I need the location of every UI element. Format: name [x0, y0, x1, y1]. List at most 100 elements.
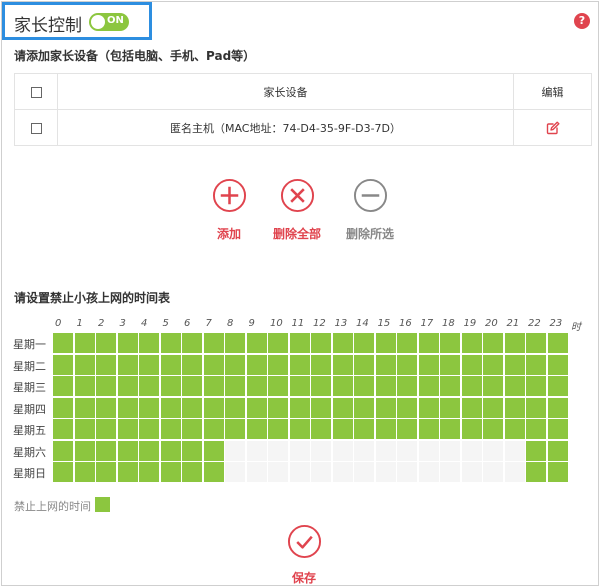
schedule-cell[interactable] — [440, 376, 460, 396]
schedule-cell[interactable] — [96, 419, 116, 439]
schedule-cell[interactable] — [117, 333, 138, 353]
schedule-cell[interactable] — [332, 376, 353, 396]
question-mark-icon[interactable]: ? — [574, 13, 590, 29]
schedule-cell[interactable] — [504, 419, 525, 439]
schedule-cell[interactable] — [418, 354, 439, 375]
schedule-cell[interactable] — [332, 462, 353, 482]
schedule-cell[interactable] — [483, 419, 503, 439]
schedule-cell[interactable] — [440, 440, 460, 461]
schedule-cell[interactable] — [96, 462, 116, 482]
schedule-cell[interactable] — [440, 419, 460, 439]
schedule-cell[interactable] — [160, 354, 181, 375]
schedule-cell[interactable] — [139, 376, 159, 396]
save-button[interactable]: 保存 — [264, 524, 344, 586]
schedule-cell[interactable] — [526, 419, 546, 439]
schedule-cell[interactable] — [354, 440, 374, 461]
schedule-cell[interactable] — [246, 333, 267, 353]
schedule-cell[interactable] — [354, 354, 374, 375]
schedule-cell[interactable] — [225, 376, 245, 396]
schedule-cell[interactable] — [547, 397, 568, 418]
schedule-cell[interactable] — [418, 419, 439, 439]
schedule-cell[interactable] — [311, 440, 331, 461]
schedule-cell[interactable] — [332, 419, 353, 439]
schedule-cell[interactable] — [289, 462, 310, 482]
schedule-cell[interactable] — [203, 462, 224, 482]
schedule-cell[interactable] — [504, 440, 525, 461]
schedule-cell[interactable] — [96, 397, 116, 418]
edit-pen-icon[interactable] — [546, 121, 560, 135]
schedule-cell[interactable] — [139, 354, 159, 375]
schedule-cell[interactable] — [418, 333, 439, 353]
schedule-cell[interactable] — [203, 333, 224, 353]
schedule-cell[interactable] — [547, 376, 568, 396]
schedule-cell[interactable] — [311, 462, 331, 482]
schedule-cell[interactable] — [504, 354, 525, 375]
schedule-cell[interactable] — [547, 333, 568, 353]
schedule-cell[interactable] — [547, 419, 568, 439]
schedule-cell[interactable] — [354, 462, 374, 482]
schedule-cell[interactable] — [461, 376, 482, 396]
schedule-cell[interactable] — [504, 462, 525, 482]
schedule-cell[interactable] — [461, 440, 482, 461]
delete-all-button[interactable]: 删除全部 — [257, 178, 337, 242]
schedule-cell[interactable] — [311, 376, 331, 396]
schedule-cell[interactable] — [246, 376, 267, 396]
schedule-cell[interactable] — [225, 440, 245, 461]
parental-control-toggle[interactable]: ON — [89, 13, 129, 31]
schedule-cell[interactable] — [504, 397, 525, 418]
schedule-cell[interactable] — [139, 462, 159, 482]
schedule-cell[interactable] — [96, 333, 116, 353]
schedule-cell[interactable] — [225, 354, 245, 375]
schedule-cell[interactable] — [53, 354, 73, 375]
schedule-cell[interactable] — [440, 333, 460, 353]
schedule-cell[interactable] — [117, 376, 138, 396]
schedule-cell[interactable] — [354, 376, 374, 396]
schedule-cell[interactable] — [547, 354, 568, 375]
schedule-cell[interactable] — [547, 462, 568, 482]
schedule-cell[interactable] — [160, 376, 181, 396]
schedule-cell[interactable] — [332, 440, 353, 461]
schedule-cell[interactable] — [74, 376, 95, 396]
schedule-cell[interactable] — [117, 419, 138, 439]
schedule-cell[interactable] — [397, 376, 417, 396]
schedule-cell[interactable] — [397, 440, 417, 461]
schedule-cell[interactable] — [461, 354, 482, 375]
schedule-cell[interactable] — [182, 462, 202, 482]
schedule-cell[interactable] — [354, 333, 374, 353]
schedule-cell[interactable] — [225, 397, 245, 418]
schedule-cell[interactable] — [117, 462, 138, 482]
schedule-cell[interactable] — [311, 419, 331, 439]
schedule-cell[interactable] — [418, 440, 439, 461]
schedule-cell[interactable] — [289, 397, 310, 418]
schedule-cell[interactable] — [483, 354, 503, 375]
schedule-cell[interactable] — [483, 333, 503, 353]
schedule-cell[interactable] — [375, 419, 396, 439]
schedule-cell[interactable] — [53, 397, 73, 418]
schedule-cell[interactable] — [332, 397, 353, 418]
schedule-cell[interactable] — [139, 440, 159, 461]
schedule-cell[interactable] — [53, 376, 73, 396]
schedule-cell[interactable] — [160, 440, 181, 461]
schedule-cell[interactable] — [289, 376, 310, 396]
schedule-cell[interactable] — [354, 419, 374, 439]
schedule-cell[interactable] — [268, 397, 288, 418]
schedule-cell[interactable] — [182, 376, 202, 396]
delete-selected-button[interactable]: 删除所选 — [330, 178, 410, 242]
schedule-cell[interactable] — [268, 333, 288, 353]
schedule-cell[interactable] — [246, 419, 267, 439]
schedule-cell[interactable] — [182, 419, 202, 439]
schedule-cell[interactable] — [246, 397, 267, 418]
schedule-cell[interactable] — [397, 333, 417, 353]
schedule-cell[interactable] — [289, 333, 310, 353]
schedule-cell[interactable] — [268, 440, 288, 461]
schedule-cell[interactable] — [375, 354, 396, 375]
schedule-cell[interactable] — [203, 440, 224, 461]
row-checkbox[interactable] — [30, 122, 42, 134]
schedule-cell[interactable] — [483, 397, 503, 418]
schedule-cell[interactable] — [397, 397, 417, 418]
schedule-cell[interactable] — [268, 376, 288, 396]
schedule-cell[interactable] — [461, 397, 482, 418]
schedule-cell[interactable] — [74, 462, 95, 482]
schedule-cell[interactable] — [461, 419, 482, 439]
schedule-cell[interactable] — [139, 397, 159, 418]
